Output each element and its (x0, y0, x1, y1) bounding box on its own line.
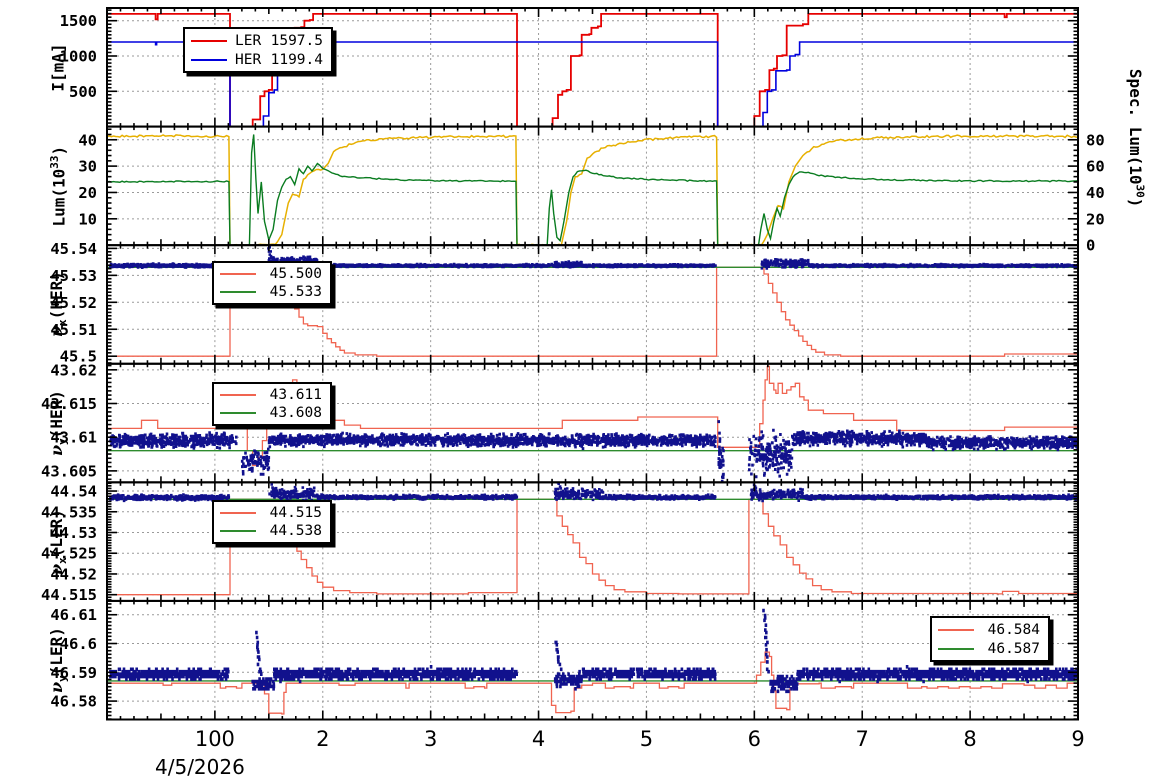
legend-line-swatch (220, 512, 256, 514)
legend-line-swatch (938, 628, 974, 631)
x-tick-label-8h: 8 (963, 727, 977, 751)
legend-series-value: 45.500 (269, 266, 322, 282)
legend-nuy_her: 43.611 43.608 (212, 382, 332, 426)
svg-text:40: 40 (78, 131, 97, 149)
y-axis-label-nux_ler: νx(LER) (46, 508, 70, 575)
legend-line-swatch (938, 647, 974, 650)
x-tick-label-9h: 9 (1071, 727, 1085, 751)
legend-line-swatch (191, 58, 227, 61)
legend-series-name: LER (235, 32, 262, 49)
legend-entry: 45.533 (220, 283, 322, 301)
svg-text:46.58: 46.58 (50, 693, 97, 711)
svg-text:60: 60 (1086, 158, 1105, 176)
series-nux_ler-dots (109, 482, 1078, 503)
legend-nuy_ler: 46.584 46.587 (930, 616, 1050, 662)
svg-text:30: 30 (78, 158, 97, 176)
tune-monitor-chart: 500 1000 1500 10 20 30 40 0 20 40 60 80 45.5 45.51 45.… (0, 0, 1154, 782)
legend-entry: 43.608 (220, 404, 322, 422)
panel-nuy_her: 43.60543.6143.61543.62 (41, 361, 1079, 484)
panel-luminosity: 10 20 30 40 0 20 40 60 80 (78, 125, 1105, 255)
series-nuy_her-dots (109, 420, 1078, 483)
legend-entry: 46.587 (938, 639, 1040, 658)
svg-text:0: 0 (1086, 237, 1095, 255)
right-axis-label-spec-lum: Spec. Lum(1030) (1126, 68, 1147, 208)
legend-entry: 45.500 (220, 265, 322, 283)
legend-series-value: 44.515 (269, 505, 322, 521)
svg-text:45.54: 45.54 (50, 240, 97, 258)
x-tick-label-3h: 3 (423, 727, 438, 751)
svg-text:20: 20 (1086, 210, 1105, 228)
legend-series-value: 45.533 (269, 284, 322, 300)
x-tick-label-6h: 6 (747, 727, 762, 751)
legend-series-value: 46.584 (987, 621, 1040, 638)
legend-series-name: HER (235, 51, 262, 68)
legend-series-value: 46.587 (987, 640, 1040, 657)
legend-nux_ler: 44.515 44.538 (212, 500, 332, 544)
legend-entry: 43.611 (220, 386, 322, 404)
svg-text:44.515: 44.515 (41, 586, 97, 604)
svg-text:500: 500 (69, 83, 97, 101)
legend-series-value: 43.611 (269, 387, 322, 403)
svg-text:20: 20 (78, 184, 97, 202)
svg-text:40: 40 (1086, 184, 1105, 202)
x-tick-label-5h: 5 (639, 727, 654, 751)
y-axis-label-nuy_ler: νy(LER) (46, 627, 70, 694)
legend-nux_her: 45.500 45.533 (212, 261, 332, 305)
y-axis-label-current: I[mA] (48, 43, 68, 92)
legend-entry: 44.515 (220, 504, 322, 522)
legend-entry: 44.538 (220, 522, 322, 540)
legend-line-swatch (220, 530, 256, 532)
x-tick-label-1h: 100 (194, 727, 235, 751)
legend-line-swatch (220, 291, 256, 293)
panel-nux_her: 45.545.5145.5245.5345.54 (50, 240, 1079, 366)
legend-series-value: 43.608 (269, 405, 322, 421)
legend-series-value: 44.538 (269, 523, 322, 539)
x-tick-label-4h: 4 (531, 727, 546, 751)
x-tick-label-7h: 7 (855, 727, 869, 751)
y-axis-label-nuy_her: νy(HER) (46, 390, 70, 457)
y-axis-label-luminosity: Lum(1033) (47, 145, 69, 227)
panel-nux_ler: 44.51544.5244.52544.5344.53544.54 (41, 481, 1079, 604)
legend-series-value: 1597.5 (270, 32, 323, 49)
y-axis-label-nux_her: νx(HER) (46, 271, 70, 338)
legend-line-swatch (220, 394, 256, 396)
legend-current: LER 1597.5 HER 1199.4 (183, 27, 333, 73)
svg-text:46.61: 46.61 (50, 606, 97, 624)
legend-line-swatch (220, 273, 256, 275)
series-luminosity-line (107, 134, 1078, 246)
series-luminosity-line (107, 134, 1078, 246)
chart-canvas: 500100015001020304002040608045.545.5145.… (41, 7, 1105, 721)
legend-entry: HER 1199.4 (191, 50, 323, 69)
panel-nuy_ler: 46.5846.5946.646.61 (50, 599, 1079, 721)
svg-text:43.62: 43.62 (50, 361, 97, 379)
legend-line-swatch (220, 412, 256, 414)
legend-line-swatch (191, 39, 227, 42)
svg-text:1500: 1500 (60, 12, 97, 30)
svg-text:43.605: 43.605 (41, 462, 97, 480)
svg-text:10: 10 (78, 210, 97, 228)
svg-text:80: 80 (1086, 131, 1105, 149)
legend-entry: LER 1597.5 (191, 31, 323, 50)
svg-text:44.54: 44.54 (50, 483, 97, 501)
legend-series-value: 1199.4 (270, 51, 323, 68)
x-tick-label-2h: 2 (316, 727, 330, 751)
legend-entry: 46.584 (938, 620, 1040, 639)
x-axis-date-label: 4/5/2026 (155, 755, 245, 779)
